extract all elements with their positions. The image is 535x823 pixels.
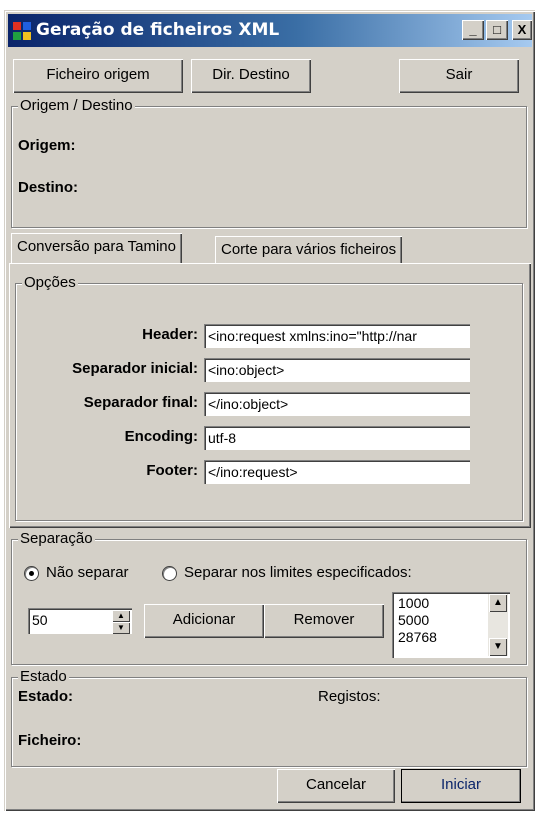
title-bar[interactable]: Geração de ficheiros XML _ □ X <box>8 14 532 47</box>
state-label: Estado: <box>18 688 74 705</box>
tab-panel: Opções Header: <ino:request xmlns:ino="h… <box>9 263 531 528</box>
origin-dest-legend: Origem / Destino <box>18 97 135 115</box>
maximize-button[interactable]: □ <box>486 20 508 40</box>
radio-separate-limits[interactable] <box>162 566 177 581</box>
arrow-up-icon: ▲ <box>117 611 125 620</box>
end-separator-label: Separador final: <box>83 394 198 411</box>
header-label: Header: <box>142 326 198 343</box>
list-item[interactable]: 1000 <box>398 595 429 611</box>
header-field[interactable]: <ino:request xmlns:ino="http://nar <box>204 324 470 348</box>
start-button[interactable]: Iniciar <box>401 769 521 803</box>
cancel-button[interactable]: Cancelar <box>277 769 395 803</box>
radio-no-separate[interactable] <box>24 566 39 581</box>
radio-separate-limits-label[interactable]: Separar nos limites especificados: <box>184 564 412 581</box>
arrow-up-icon: ▲ <box>493 597 503 608</box>
exit-button[interactable]: Sair <box>399 59 519 93</box>
list-item[interactable]: 28768 <box>398 629 437 645</box>
source-file-button[interactable]: Ficheiro origem <box>13 59 183 93</box>
listbox-scrollbar[interactable]: ▲ ▼ <box>488 594 508 656</box>
encoding-field[interactable]: utf-8 <box>204 426 470 450</box>
app-icon <box>13 22 31 40</box>
maximize-icon: □ <box>493 22 501 37</box>
start-separator-label: Separador inicial: <box>72 360 198 377</box>
spinner-up-button[interactable]: ▲ <box>112 610 130 622</box>
encoding-label: Encoding: <box>124 428 198 445</box>
origin-label: Origem: <box>18 137 76 154</box>
window-title: Geração de ficheiros XML <box>36 20 280 40</box>
close-button[interactable]: X <box>512 20 532 40</box>
end-separator-field[interactable]: </ino:object> <box>204 392 470 416</box>
dest-dir-button[interactable]: Dir. Destino <box>191 59 311 93</box>
add-button[interactable]: Adicionar <box>144 604 264 638</box>
file-label: Ficheiro: <box>18 732 82 749</box>
arrow-down-icon: ▼ <box>117 623 125 632</box>
separation-group: Separação Não separar Separar nos limite… <box>11 530 527 665</box>
separation-legend: Separação <box>18 530 95 548</box>
scroll-down-button[interactable]: ▼ <box>489 638 507 656</box>
limits-listbox[interactable]: 1000 5000 28768 ▲ ▼ <box>392 592 510 658</box>
main-window: Geração de ficheiros XML _ □ X Ficheiro … <box>4 10 535 811</box>
close-icon: X <box>517 22 527 37</box>
scroll-up-button[interactable]: ▲ <box>489 594 507 612</box>
records-label: Registos: <box>318 688 381 705</box>
options-group: Opções Header: <ino:request xmlns:ino="h… <box>15 274 523 521</box>
minimize-button[interactable]: _ <box>462 20 484 40</box>
start-separator-field[interactable]: <ino:object> <box>204 358 470 382</box>
destination-label: Destino: <box>18 179 78 196</box>
origin-dest-group: Origem / Destino Origem: Destino: <box>11 97 527 228</box>
remove-button[interactable]: Remover <box>264 604 384 638</box>
radio-no-separate-label[interactable]: Não separar <box>46 564 129 581</box>
minimize-icon: _ <box>469 22 477 37</box>
arrow-down-icon: ▼ <box>493 641 503 652</box>
state-legend: Estado <box>18 668 69 686</box>
tab-split-files[interactable]: Corte para vários ficheiros <box>215 236 403 263</box>
state-group: Estado Estado: Registos: Ficheiro: <box>11 668 527 767</box>
tab-tamino-conversion[interactable]: Conversão para Tamino <box>11 233 182 263</box>
footer-label: Footer: <box>146 462 198 479</box>
radio-selected-dot <box>29 571 34 576</box>
footer-field[interactable]: </ino:request> <box>204 460 470 484</box>
spinner-down-button[interactable]: ▼ <box>112 622 130 634</box>
options-legend: Opções <box>22 274 78 292</box>
list-item[interactable]: 5000 <box>398 612 429 628</box>
